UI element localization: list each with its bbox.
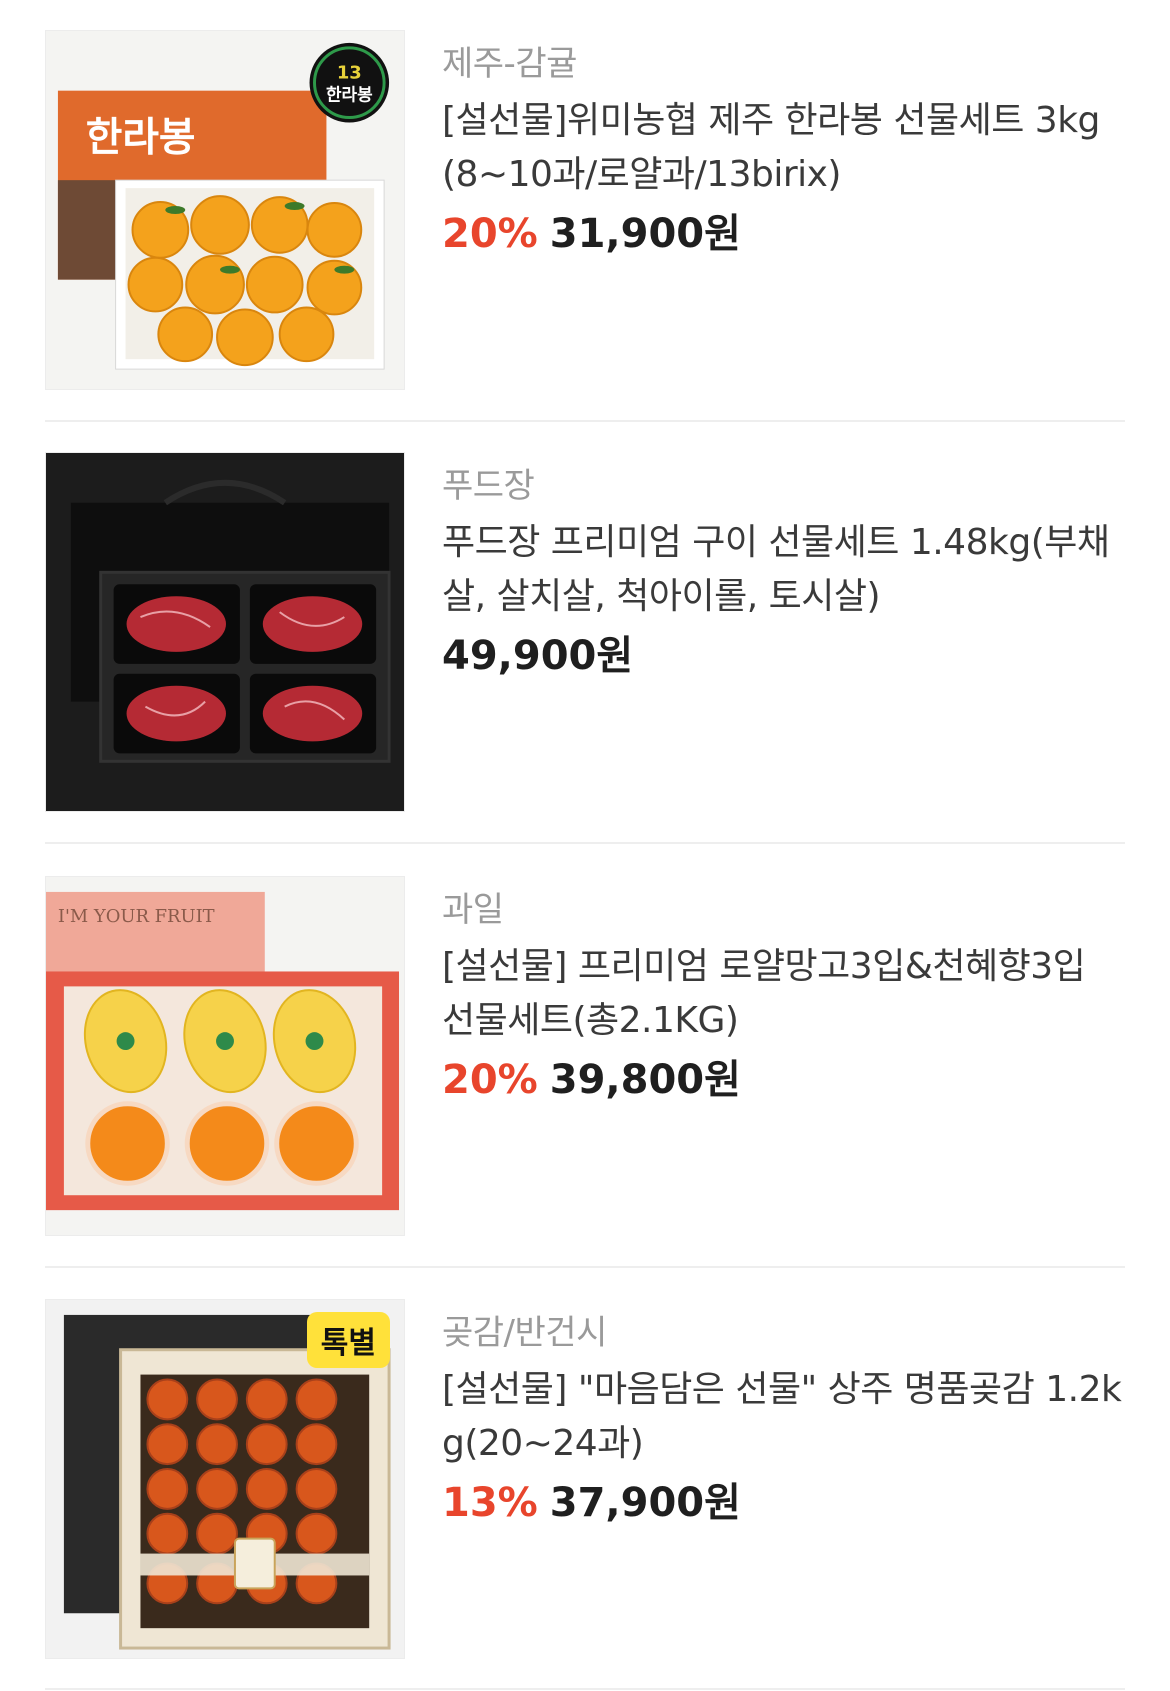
product-price: 31,900원 [549, 211, 741, 257]
price-row: 20% 31,900원 [442, 206, 1122, 270]
product-category: 과일 [442, 890, 504, 930]
product-price: 39,800원 [549, 1057, 741, 1103]
product-info: 제주-감귤 [설선물]위미농협 제주 한라봉 선물세트 3kg(8~10과/로얄… [442, 40, 1122, 270]
product-price: 49,900원 [442, 633, 634, 679]
product-item-hallabong[interactable]: 한라봉 13 한라봉 제주-감귤 [설선물]위미농협 제주 한라봉 선물세트 3… [45, 30, 1125, 390]
svg-text:13: 13 [337, 63, 362, 84]
product-item-beef-set[interactable]: 푸드장 푸드장 프리미엄 구이 선물세트 1.48kg(부채살, 살치살, 척아… [45, 452, 1125, 812]
hallabong-gift-box-image: 한라봉 13 한라봉 [46, 31, 404, 389]
product-title[interactable]: [설선물]위미농협 제주 한라봉 선물세트 3kg(8~10과/로얄과/13bi… [442, 94, 1122, 202]
divider [45, 1688, 1125, 1690]
product-thumbnail[interactable] [45, 452, 405, 812]
product-title[interactable]: [설선물] "마음담은 선물" 상주 명품곶감 1.2kg(20~24과) [442, 1363, 1122, 1471]
discount-rate: 20% [442, 1057, 538, 1103]
product-title[interactable]: [설선물] 프리미엄 로얄망고3입&천혜향3입 선물세트(총2.1KG) [442, 940, 1122, 1048]
mango-hallabong-gift-box-image: I'M YOUR FRUIT [46, 877, 404, 1235]
divider [45, 420, 1125, 422]
product-category: 곶감/반건시 [442, 1313, 607, 1353]
product-info: 과일 [설선물] 프리미엄 로얄망고3입&천혜향3입 선물세트(총2.1KG) … [442, 886, 1122, 1116]
divider [45, 1266, 1125, 1268]
discount-rate: 20% [442, 211, 538, 257]
divider [45, 842, 1125, 844]
product-thumbnail[interactable]: 한라봉 13 한라봉 [45, 30, 405, 390]
product-item-mango-set[interactable]: I'M YOUR FRUIT 과일 [설선물] 프리미엄 로얄망고3입&천혜향3… [45, 876, 1125, 1236]
price-row: 49,900원 [442, 628, 1122, 692]
product-item-persimmon-set[interactable]: 톡별 곶감/반건시 [설선물] "마음담은 선물" 상주 명품곶감 1.2kg(… [45, 1299, 1125, 1659]
product-thumbnail[interactable]: I'M YOUR FRUIT [45, 876, 405, 1236]
product-title[interactable]: 푸드장 프리미엄 구이 선물세트 1.48kg(부채살, 살치살, 척아이롤, … [442, 516, 1122, 624]
box-lid-text: I'M YOUR FRUIT [58, 906, 215, 927]
special-badge: 톡별 [306, 1312, 390, 1368]
product-thumbnail[interactable]: 톡별 [45, 1299, 405, 1659]
beef-gift-set-image [46, 453, 404, 811]
product-category: 푸드장 [442, 466, 535, 506]
price-row: 20% 39,800원 [442, 1052, 1122, 1116]
svg-text:한라봉: 한라봉 [326, 85, 373, 105]
product-info: 곶감/반건시 [설선물] "마음담은 선물" 상주 명품곶감 1.2kg(20~… [442, 1309, 1122, 1539]
product-category: 제주-감귤 [442, 44, 577, 84]
price-row: 13% 37,900원 [442, 1475, 1122, 1539]
product-price: 37,900원 [549, 1480, 741, 1526]
product-info: 푸드장 푸드장 프리미엄 구이 선물세트 1.48kg(부채살, 살치살, 척아… [442, 462, 1122, 692]
hallabong-box-label: 한라봉 [86, 114, 196, 160]
discount-rate: 13% [442, 1480, 538, 1526]
